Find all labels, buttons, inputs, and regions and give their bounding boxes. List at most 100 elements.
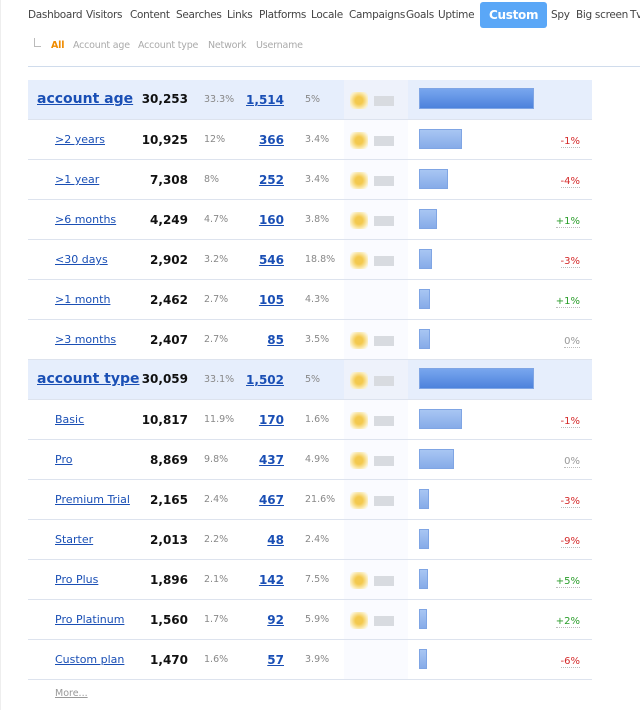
subnav-network[interactable]: Network bbox=[208, 40, 246, 51]
blurred-icon bbox=[374, 616, 394, 626]
value: 1,896 bbox=[150, 573, 188, 587]
count-link[interactable]: 142 bbox=[259, 573, 284, 587]
row-label-link[interactable]: Premium Trial bbox=[55, 493, 130, 506]
count-link[interactable]: 1,502 bbox=[246, 373, 284, 387]
blurred-icon bbox=[350, 452, 368, 469]
count-link[interactable]: 160 bbox=[259, 213, 284, 227]
value: 8,869 bbox=[150, 453, 188, 467]
count-link[interactable]: 48 bbox=[267, 533, 284, 547]
count-link[interactable]: 92 bbox=[267, 613, 284, 627]
nav-platforms[interactable]: Platforms bbox=[259, 9, 306, 21]
row-label-link[interactable]: >6 months bbox=[55, 213, 116, 226]
subnav-account-type[interactable]: Account type bbox=[138, 40, 198, 51]
row-label-link[interactable]: Custom plan bbox=[55, 653, 124, 666]
nav-dashboard[interactable]: Dashboard bbox=[28, 9, 83, 21]
value-percent: 9.8% bbox=[204, 454, 229, 465]
subnav-all[interactable]: All bbox=[51, 40, 64, 51]
row-label-link[interactable]: >1 month bbox=[55, 293, 110, 306]
value-percent: 8% bbox=[204, 174, 220, 185]
count-link[interactable]: 252 bbox=[259, 173, 284, 187]
row-label-link[interactable]: >2 years bbox=[55, 133, 105, 146]
nav-links[interactable]: Links bbox=[227, 9, 253, 21]
count-link[interactable]: 170 bbox=[259, 413, 284, 427]
value-bar bbox=[419, 368, 534, 389]
row-label-link[interactable]: Basic bbox=[55, 413, 84, 426]
value-bar bbox=[419, 329, 430, 349]
group-title-link[interactable]: account type bbox=[37, 371, 140, 387]
count-link[interactable]: 85 bbox=[267, 333, 284, 347]
count-percent: 7.5% bbox=[305, 574, 330, 585]
nav-content[interactable]: Content bbox=[130, 9, 170, 21]
change-indicator: 0% bbox=[564, 456, 580, 468]
nav-custom[interactable]: Custom bbox=[480, 2, 548, 28]
thumbnail bbox=[350, 212, 396, 229]
row-label-link[interactable]: >1 year bbox=[55, 173, 99, 186]
thumbnail bbox=[350, 332, 396, 349]
table-row: >6 months 4,249 4.7% 160 3.8% +1% bbox=[28, 200, 592, 240]
value-bar bbox=[419, 209, 437, 229]
count-link[interactable]: 1,514 bbox=[246, 93, 284, 107]
divider bbox=[28, 66, 640, 67]
nav-spy[interactable]: Spy bbox=[551, 9, 570, 21]
value-percent: 4.7% bbox=[204, 214, 229, 225]
thumbnail-column bbox=[344, 280, 408, 319]
nav-locale[interactable]: Locale bbox=[311, 9, 343, 21]
value-bar bbox=[419, 649, 427, 669]
count-percent: 5% bbox=[305, 94, 321, 105]
blurred-icon bbox=[350, 172, 368, 189]
nav-uptime[interactable]: Uptime bbox=[438, 9, 475, 21]
row-label-link[interactable]: Pro Platinum bbox=[55, 613, 124, 626]
count-link[interactable]: 546 bbox=[259, 253, 284, 267]
count-link[interactable]: 437 bbox=[259, 453, 284, 467]
value-percent: 2.1% bbox=[204, 574, 229, 585]
blurred-icon bbox=[374, 376, 394, 386]
count-link[interactable]: 366 bbox=[259, 133, 284, 147]
main-nav: Dashboard Visitors Content Searches Links Pla… bbox=[0, 0, 640, 30]
group-title-link[interactable]: account age bbox=[37, 91, 133, 107]
blurred-icon bbox=[350, 332, 368, 349]
nav-visitors[interactable]: Visitors bbox=[86, 9, 122, 21]
nav-searches[interactable]: Searches bbox=[176, 9, 222, 21]
nav-tv[interactable]: Tv bbox=[630, 9, 640, 21]
blurred-icon bbox=[374, 256, 394, 266]
table-row: Pro 8,869 9.8% 437 4.9% 0% bbox=[28, 440, 592, 480]
subnav-account-age[interactable]: Account age bbox=[73, 40, 130, 51]
value: 2,902 bbox=[150, 253, 188, 267]
blurred-icon bbox=[350, 572, 368, 589]
value-percent: 33.1% bbox=[204, 374, 235, 385]
blurred-icon bbox=[350, 612, 368, 629]
nav-campaigns[interactable]: Campaigns bbox=[349, 9, 405, 21]
row-label-link[interactable]: Pro bbox=[55, 453, 72, 466]
blurred-icon bbox=[374, 336, 394, 346]
nav-goals[interactable]: Goals bbox=[406, 9, 434, 21]
subnav-username[interactable]: Username bbox=[256, 40, 303, 51]
count-link[interactable]: 105 bbox=[259, 293, 284, 307]
table-row: >1 year 7,308 8% 252 3.4% -4% bbox=[28, 160, 592, 200]
value-bar bbox=[419, 409, 462, 429]
blurred-icon bbox=[374, 496, 394, 506]
more-link[interactable]: More... bbox=[55, 688, 88, 699]
value-percent: 1.7% bbox=[204, 614, 229, 625]
value-bar bbox=[419, 449, 454, 469]
value: 2,407 bbox=[150, 333, 188, 347]
row-label-link[interactable]: <30 days bbox=[55, 253, 108, 266]
value: 2,013 bbox=[150, 533, 188, 547]
row-label-link[interactable]: Pro Plus bbox=[55, 573, 98, 586]
value-percent: 2.7% bbox=[204, 294, 229, 305]
thumbnail bbox=[350, 252, 396, 269]
nav-big-screen[interactable]: Big screen bbox=[576, 9, 628, 21]
value: 2,462 bbox=[150, 293, 188, 307]
count-percent: 3.4% bbox=[305, 174, 330, 185]
change-indicator: -3% bbox=[560, 256, 580, 268]
row-label-link[interactable]: >3 months bbox=[55, 333, 116, 346]
blurred-icon bbox=[374, 456, 394, 466]
count-link[interactable]: 467 bbox=[259, 493, 284, 507]
group-header-row: account age 30,253 33.3% 1,514 5% bbox=[28, 80, 592, 120]
value-percent: 33.3% bbox=[204, 94, 235, 105]
table-row: Pro Platinum 1,560 1.7% 92 5.9% +2% bbox=[28, 600, 592, 640]
blurred-icon bbox=[350, 132, 368, 149]
row-label-link[interactable]: Starter bbox=[55, 533, 93, 546]
count-percent: 5% bbox=[305, 374, 321, 385]
count-link[interactable]: 57 bbox=[267, 653, 284, 667]
value-percent: 1.6% bbox=[204, 654, 229, 665]
